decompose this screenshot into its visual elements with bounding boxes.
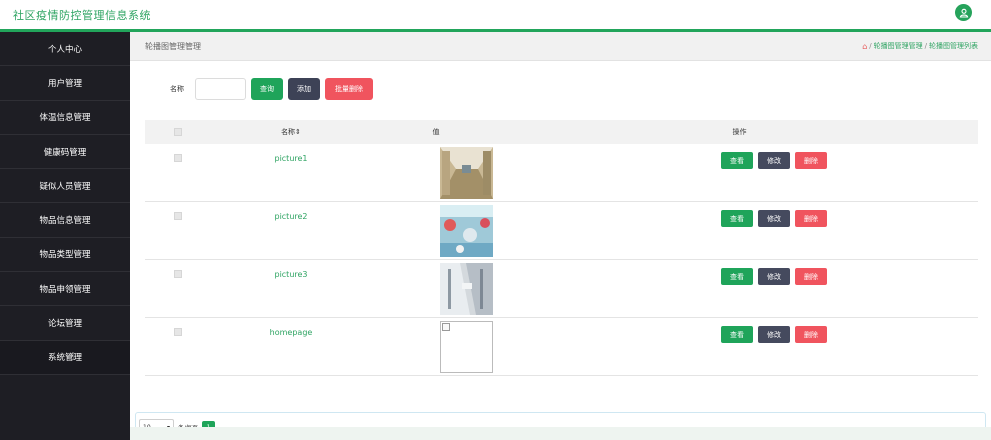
sidebar-item-label: 物品信息管理 — [39, 216, 91, 227]
sidebar-item-label: 系统管理 — [47, 353, 82, 364]
row-actions: 查看 修改 删除 — [721, 152, 827, 169]
top-bar: 社区疫情防控管理信息系统 — [0, 0, 991, 32]
row-checkbox[interactable] — [174, 328, 182, 336]
sidebar-item-label: 用户管理 — [47, 78, 82, 89]
main-area: 轮播图管理管理 ⌂ / 轮播图管理管理 / 轮播图管理列表 名称 查询 添加 批… — [130, 32, 991, 440]
table-row: picture3 查看 修改 删除 — [145, 260, 978, 318]
row-checkbox[interactable] — [174, 212, 182, 220]
add-button[interactable]: 添加 — [288, 78, 320, 100]
select-all-checkbox[interactable] — [174, 128, 182, 136]
sidebar-item-health-code-management[interactable]: 健康码管理 — [0, 135, 130, 170]
content-panel: 名称 查询 添加 批量删除 名称⇕ 值 操作 picture1 查看 修改 删除… — [130, 61, 991, 440]
broken-image-icon — [442, 323, 450, 331]
broken-image — [440, 321, 493, 373]
sidebar-item-system-management[interactable]: 系统管理 — [0, 340, 130, 375]
breadcrumb-current: 轮播图管理列表 — [929, 42, 978, 50]
edit-button[interactable]: 修改 — [758, 152, 790, 169]
sidebar-item-personal-center[interactable]: 个人中心 — [0, 32, 130, 67]
sidebar-menu: 个人中心 用户管理 体温信息管理 健康码管理 疑似人员管理 物品信息管理 物品类… — [0, 32, 130, 375]
batch-delete-button[interactable]: 批量删除 — [325, 78, 373, 100]
user-icon — [959, 8, 968, 18]
row-checkbox[interactable] — [174, 154, 182, 162]
delete-button[interactable]: 删除 — [795, 326, 827, 343]
sidebar-item-label: 物品类型管理 — [39, 250, 91, 261]
edit-button[interactable]: 修改 — [758, 268, 790, 285]
sidebar-item-label: 疑似人员管理 — [39, 181, 91, 192]
sidebar-item-user-management[interactable]: 用户管理 — [0, 66, 130, 101]
sidebar-item-label: 个人中心 — [47, 44, 82, 55]
sidebar-item-temperature-management[interactable]: 体温信息管理 — [0, 101, 130, 135]
view-button[interactable]: 查看 — [721, 210, 753, 227]
carousel-table: 名称⇕ 值 操作 picture1 查看 修改 删除 picture2 查看 修… — [145, 120, 978, 376]
thumbnail-image — [440, 147, 493, 199]
row-actions: 查看 修改 删除 — [721, 210, 827, 227]
row-checkbox[interactable] — [174, 270, 182, 278]
sidebar-item-goods-request-management[interactable]: 物品申领管理 — [0, 272, 130, 307]
sidebar-item-forum-management[interactable]: 论坛管理 — [0, 306, 130, 341]
app-title: 社区疫情防控管理信息系统 — [13, 9, 151, 22]
delete-button[interactable]: 删除 — [795, 210, 827, 227]
edit-button[interactable]: 修改 — [758, 210, 790, 227]
breadcrumb-separator: / — [924, 42, 927, 50]
column-header-ops: 操作 — [732, 128, 747, 136]
sidebar-item-label: 论坛管理 — [47, 319, 82, 330]
search-name-label: 名称 — [170, 85, 184, 93]
sidebar-item-goods-info-management[interactable]: 物品信息管理 — [0, 203, 130, 238]
view-button[interactable]: 查看 — [721, 152, 753, 169]
query-button[interactable]: 查询 — [251, 78, 283, 100]
row-name: homepage — [269, 328, 313, 337]
column-header-value: 值 — [432, 128, 440, 136]
breadcrumb: ⌂ / 轮播图管理管理 / 轮播图管理列表 — [862, 41, 978, 51]
sidebar-item-label: 健康码管理 — [43, 147, 87, 158]
table-row: homepage 查看 修改 删除 — [145, 318, 978, 376]
thumbnail-image — [440, 205, 493, 257]
edit-button[interactable]: 修改 — [758, 326, 790, 343]
page-title: 轮播图管理管理 — [145, 42, 201, 51]
breadcrumb-separator: / — [869, 42, 872, 50]
sidebar: 个人中心 用户管理 体温信息管理 健康码管理 疑似人员管理 物品信息管理 物品类… — [0, 32, 130, 440]
table-row: picture1 查看 修改 删除 — [145, 144, 978, 202]
row-name: picture1 — [274, 154, 308, 163]
row-name: picture2 — [274, 212, 308, 221]
table-row: picture2 查看 修改 删除 — [145, 202, 978, 260]
thumbnail-image — [440, 263, 493, 315]
delete-button[interactable]: 删除 — [795, 268, 827, 285]
column-header-name[interactable]: 名称⇕ — [211, 127, 371, 137]
view-button[interactable]: 查看 — [721, 326, 753, 343]
delete-button[interactable]: 删除 — [795, 152, 827, 169]
row-actions: 查看 修改 删除 — [721, 326, 827, 343]
sidebar-item-label: 物品申领管理 — [39, 284, 91, 295]
user-avatar-icon[interactable] — [955, 4, 972, 21]
bottom-strip — [130, 427, 991, 440]
search-bar: 名称 查询 添加 批量删除 — [170, 78, 373, 100]
mouse-pointer-icon: ☝ — [68, 350, 75, 363]
sidebar-item-suspected-person-management[interactable]: 疑似人员管理 — [0, 169, 130, 204]
row-name: picture3 — [274, 270, 308, 279]
breadcrumb-bar: 轮播图管理管理 ⌂ / 轮播图管理管理 / 轮播图管理列表 — [130, 32, 991, 61]
table-header: 名称⇕ 值 操作 — [145, 120, 978, 144]
home-icon[interactable]: ⌂ — [862, 42, 867, 51]
view-button[interactable]: 查看 — [721, 268, 753, 285]
sidebar-item-goods-type-management[interactable]: 物品类型管理 — [0, 238, 130, 273]
row-actions: 查看 修改 删除 — [721, 268, 827, 285]
breadcrumb-link-management[interactable]: 轮播图管理管理 — [874, 41, 923, 51]
sidebar-item-label: 体温信息管理 — [39, 113, 91, 124]
search-name-input[interactable] — [195, 78, 246, 100]
